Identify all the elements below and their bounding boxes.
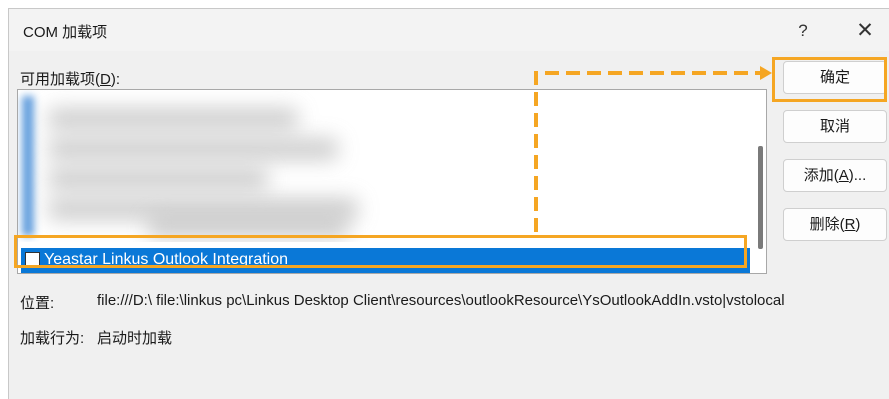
list-scrollbar[interactable] [753, 90, 766, 273]
blurred-row [48, 108, 298, 130]
addin-name: Yeastar Linkus Outlook Integration [44, 251, 289, 268]
addins-list[interactable]: Yeastar Linkus Outlook Integration [17, 89, 767, 274]
blurred-accent [22, 96, 34, 236]
ok-button[interactable]: 确定 [783, 61, 887, 94]
title-bar: COM 加载项 ? ✕ [9, 9, 889, 51]
close-icon[interactable]: ✕ [847, 17, 883, 45]
add-access-key: A [838, 167, 849, 184]
dialog-title: COM 加载项 [23, 24, 108, 41]
scroll-thumb[interactable] [758, 146, 763, 249]
add-label-prefix: 添加( [803, 167, 839, 184]
blurred-row [48, 138, 338, 160]
help-icon[interactable]: ? [786, 17, 820, 45]
blurred-row [148, 216, 348, 238]
load-behavior-label: 加载行为: [20, 330, 85, 347]
add-label-suffix: )... [848, 167, 867, 184]
location-label: 位置: [20, 295, 55, 312]
load-behavior-value: 启动时加载 [97, 330, 173, 347]
addin-checkbox[interactable] [25, 252, 40, 267]
remove-label-suffix: ) [855, 216, 861, 233]
remove-label-prefix: 删除( [809, 216, 845, 233]
label-suffix: ): [110, 71, 121, 88]
label-prefix: 可用加载项( [20, 71, 100, 88]
list-item-yeastar-linkus[interactable]: Yeastar Linkus Outlook Integration [21, 248, 750, 273]
add-button[interactable]: 添加(A)... [783, 159, 887, 192]
remove-button[interactable]: 删除(R) [783, 208, 887, 241]
blurred-addin-entries [18, 90, 753, 242]
remove-access-key: R [844, 216, 856, 233]
location-value: file:///D:\ file:\linkus pc\Linkus Deskt… [97, 292, 785, 309]
blurred-row [48, 168, 268, 190]
cancel-button[interactable]: 取消 [783, 110, 887, 143]
label-access-key: D [100, 71, 111, 88]
com-addins-dialog: COM 加载项 ? ✕ 可用加载项(D): Yeastar Linkus Out… [8, 8, 889, 399]
available-addins-label: 可用加载项(D): [20, 68, 120, 89]
